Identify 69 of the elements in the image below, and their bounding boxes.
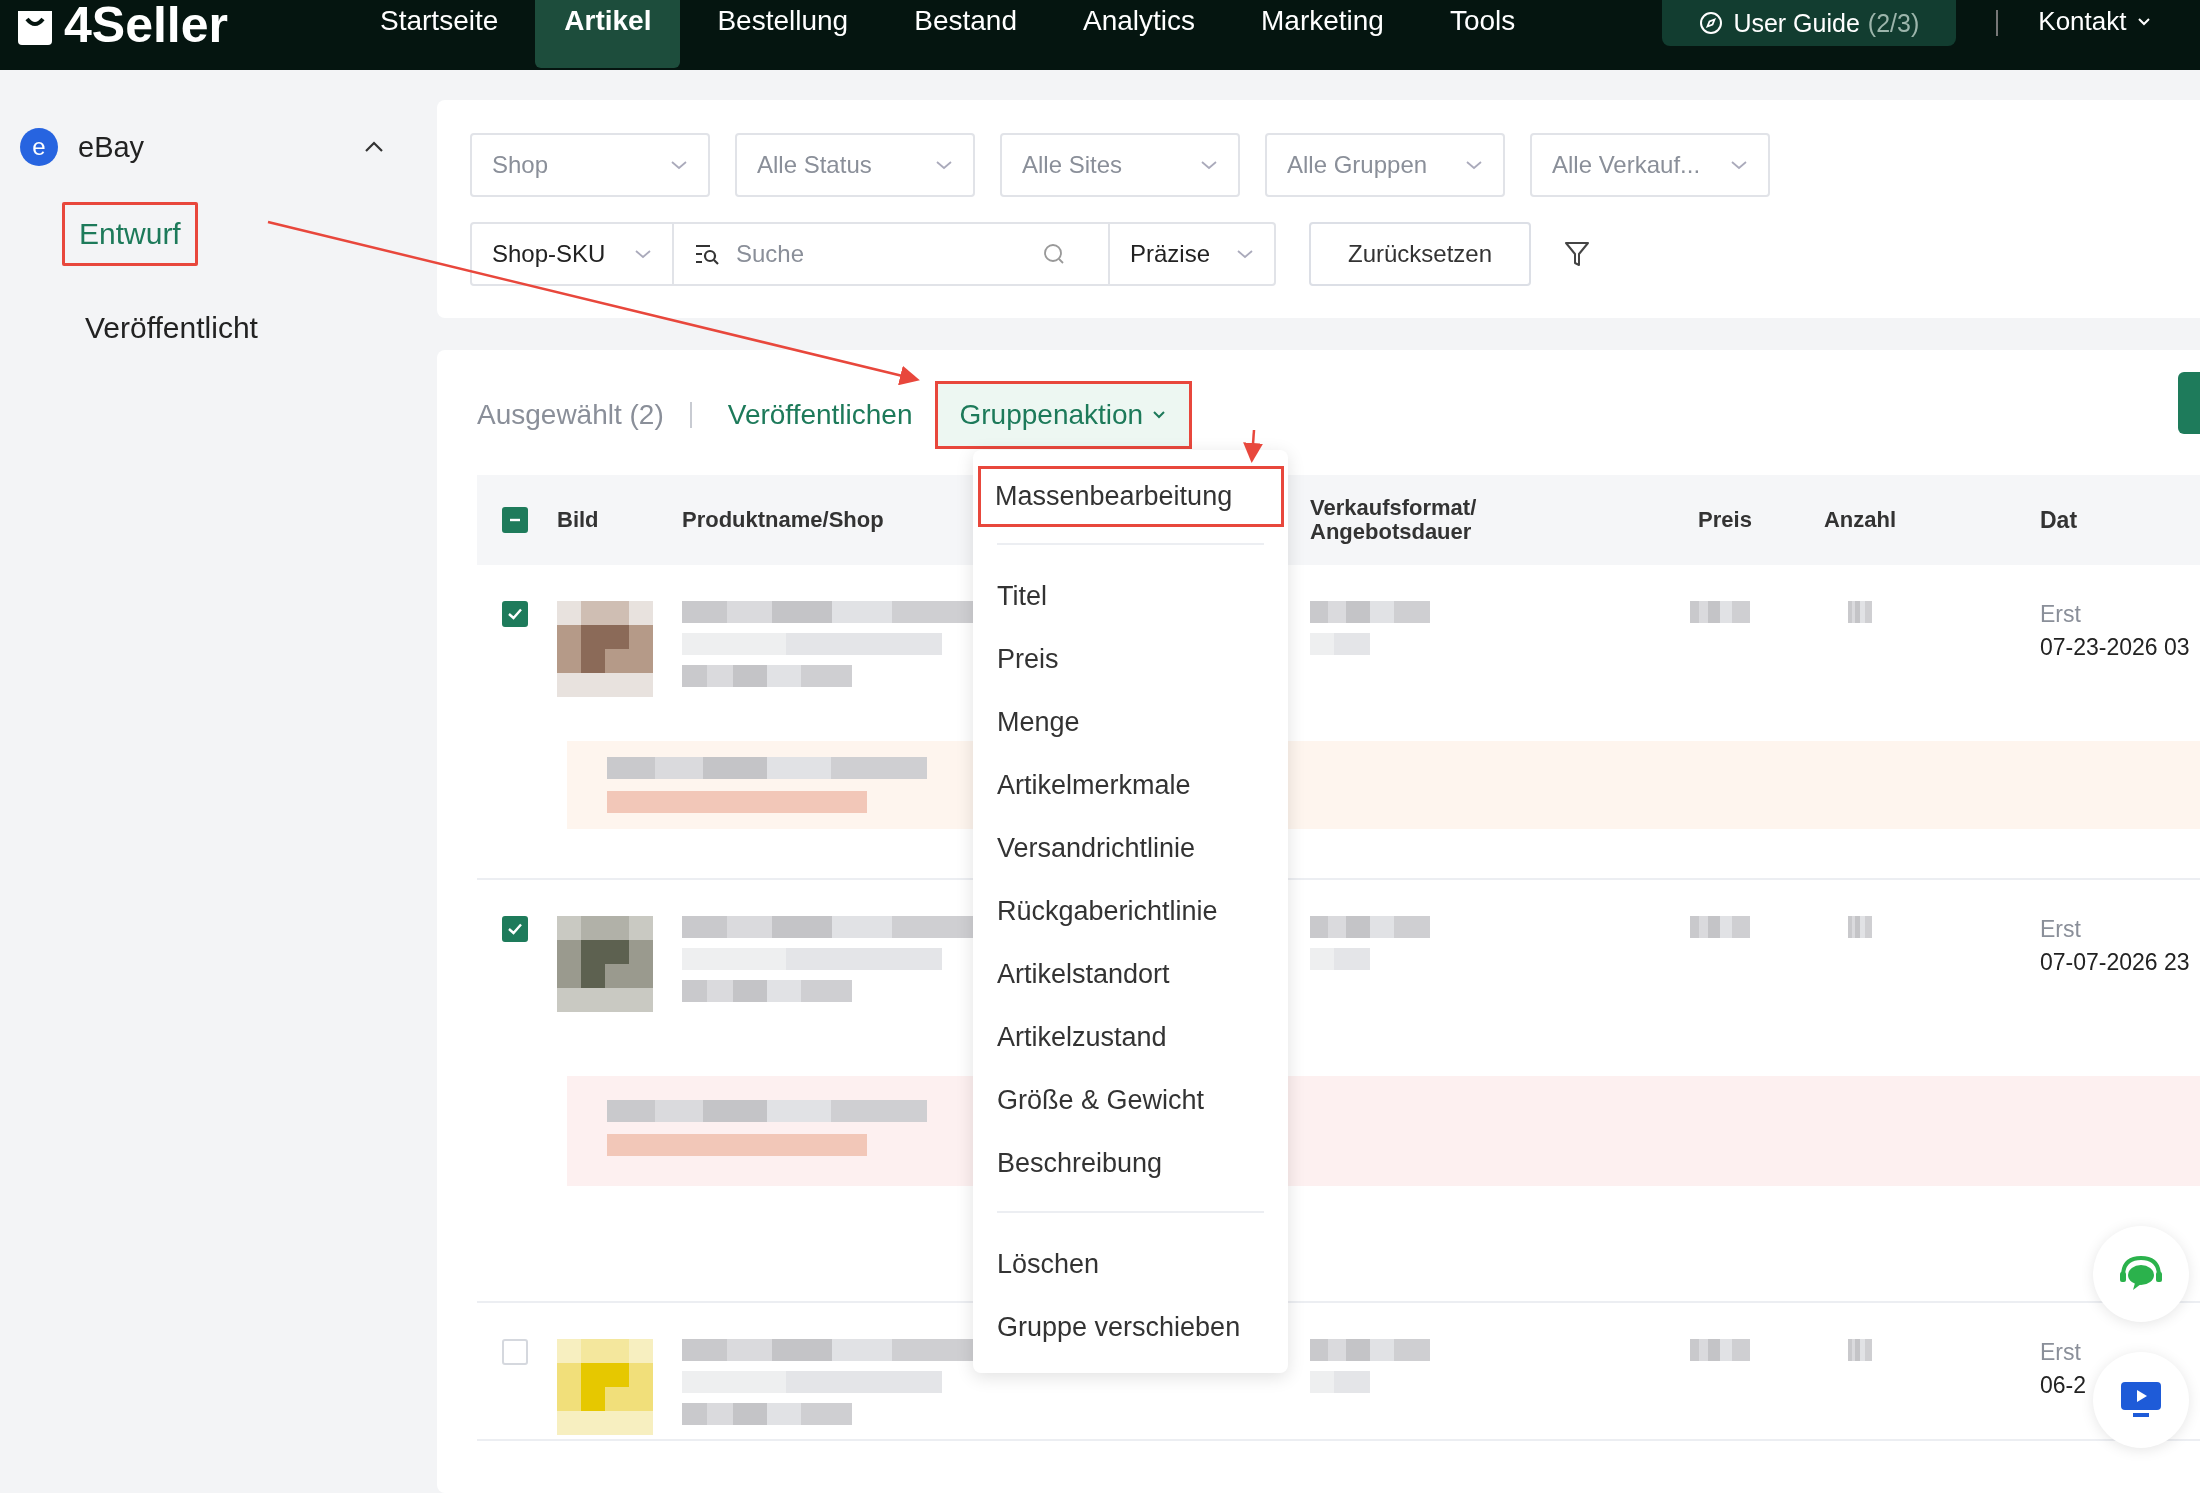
menu-item[interactable]: Artikelzustand — [977, 1006, 1284, 1069]
redacted-text — [1690, 1339, 1750, 1361]
chevron-icon — [935, 160, 953, 170]
redacted-text — [1848, 916, 1872, 938]
row-checkbox[interactable] — [501, 916, 528, 942]
menu-item[interactable]: Größe & Gewicht — [977, 1069, 1284, 1132]
dash-icon — [509, 518, 520, 522]
created-label: Erst — [2040, 916, 2081, 943]
ebay-badge: e — [20, 128, 58, 166]
column-header: Produktname/Shop — [682, 507, 884, 532]
action-button[interactable] — [2178, 371, 2200, 434]
annotation-arrow — [1243, 429, 1264, 463]
redacted-text — [1310, 1371, 1370, 1393]
date-text: 07-23-2026 03 — [2040, 634, 2190, 661]
redacted-text — [1310, 948, 1370, 970]
selection-count: Ausgewählt (2) — [477, 398, 664, 431]
menu-item[interactable]: Rückgaberichtlinie — [977, 880, 1284, 943]
created-label: Erst — [2040, 1339, 2081, 1366]
menu-item[interactable]: Titel — [977, 565, 1284, 628]
column-header: Verkaufsformat/ Angebotsdauer — [1310, 495, 1478, 545]
date-text: 07-07-2026 23 — [2040, 949, 2190, 976]
menu-item[interactable]: Preis — [977, 628, 1284, 691]
redacted-text — [1848, 601, 1872, 623]
filter-icon[interactable] — [1564, 240, 1590, 268]
chevron-icon — [1465, 160, 1483, 170]
menu-item[interactable]: Artikelstandort — [977, 943, 1284, 1006]
reset-button[interactable]: Zurücksetzen — [1309, 222, 1531, 286]
menu-item[interactable]: Beschreibung — [977, 1132, 1284, 1195]
user-guide-button[interactable]: User Guide (2/3) — [1662, 0, 1957, 46]
chevron-icon — [1730, 160, 1748, 170]
group-action-button[interactable]: Gruppenaktion — [934, 380, 1193, 449]
sidebar-group-label[interactable]: eBay — [78, 130, 145, 164]
redacted-text — [1690, 601, 1750, 623]
nav-tab[interactable]: Startseite — [351, 0, 528, 68]
nav-tab[interactable]: Marketing — [1232, 0, 1413, 68]
select-all-checkbox[interactable] — [501, 507, 528, 533]
nav-tab[interactable]: Artikel — [535, 0, 681, 68]
publish-link[interactable]: Veröffentlichen — [727, 398, 913, 431]
chevron-icon — [1151, 409, 1168, 420]
compass-icon — [1699, 11, 1724, 35]
nav-tab[interactable]: Analytics — [1053, 0, 1224, 68]
column-header: Bild — [557, 507, 599, 532]
menu-item[interactable]: Löschen — [977, 1233, 1284, 1296]
chevron-icon — [2136, 16, 2153, 27]
nav-tab[interactable]: Tools — [1420, 0, 1545, 68]
column-header: Anzahl — [1823, 507, 1897, 532]
brand-logo-text: 4Seller — [64, 0, 228, 54]
column-header: Dat — [2040, 506, 2078, 534]
redacted-text — [1310, 633, 1370, 655]
row-checkbox[interactable] — [501, 601, 528, 627]
sidebar-item[interactable]: Veröffentlicht — [68, 296, 275, 360]
menu-item[interactable]: Artikelmerkmale — [977, 754, 1284, 817]
created-label: Erst — [2040, 601, 2081, 628]
redacted-text — [1690, 916, 1750, 938]
contact-menu[interactable]: Kontakt — [2038, 6, 2153, 37]
monitor-play-icon — [2119, 1380, 2163, 1420]
menu-item[interactable]: Gruppe verschieben — [977, 1296, 1284, 1359]
menu-item[interactable]: Menge — [977, 691, 1284, 754]
chevron-icon[interactable] — [363, 140, 385, 154]
chevron-icon — [1200, 160, 1218, 170]
menu-item[interactable]: Versandrichtlinie — [977, 817, 1284, 880]
nav-tab[interactable]: Bestellung — [688, 0, 878, 68]
column-header: Preis — [1698, 507, 1752, 532]
nav-tab[interactable]: Bestand — [885, 0, 1046, 68]
menu-item[interactable]: Massenbearbeitung — [978, 466, 1284, 527]
sidebar-item[interactable]: Entwurf — [62, 202, 198, 266]
redacted-text — [1848, 1339, 1872, 1361]
date-text: 06-2 — [2040, 1372, 2087, 1399]
chevron-icon — [670, 160, 688, 170]
